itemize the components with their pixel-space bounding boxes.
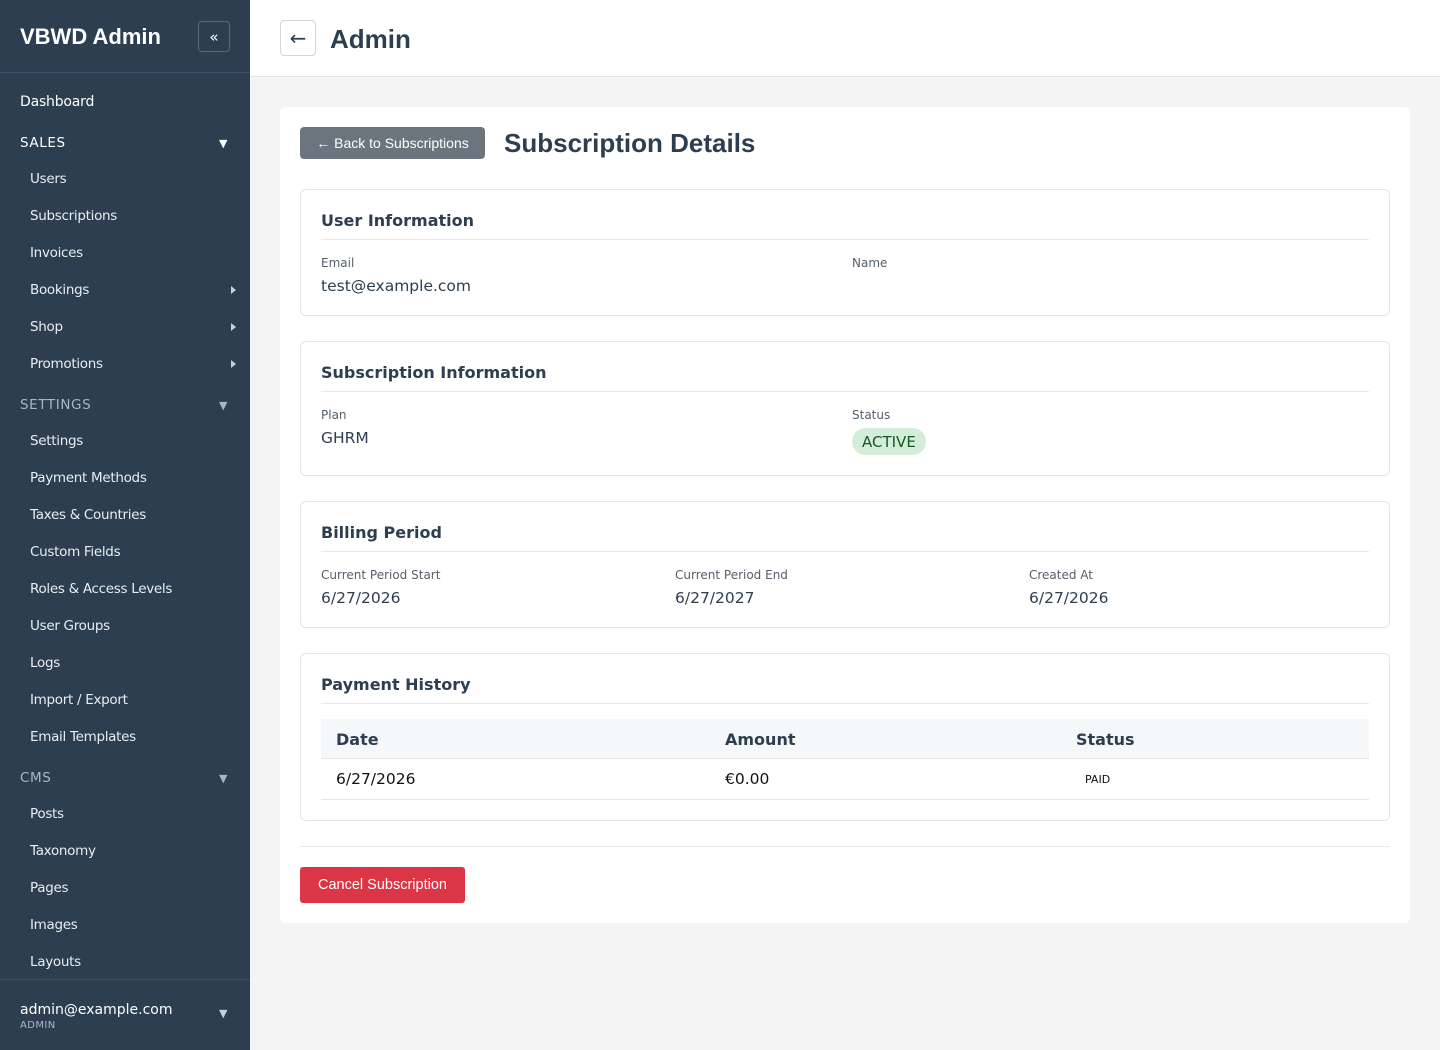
- status-badge: ACTIVE: [852, 428, 926, 455]
- column-header-amount: Amount: [725, 730, 796, 749]
- sidebar-item-subscriptions[interactable]: Subscriptions: [30, 208, 117, 224]
- sidebar-item-layouts[interactable]: Layouts: [30, 954, 81, 970]
- sidebar-section-sales[interactable]: SALES: [20, 135, 66, 151]
- sidebar-item-logs[interactable]: Logs: [30, 655, 60, 671]
- period-start-label: Current Period Start: [321, 568, 441, 582]
- payment-history-section: Payment History Date Amount Status 6/27/…: [300, 653, 1390, 821]
- email-label: Email: [321, 256, 355, 270]
- sidebar-item-taxonomy[interactable]: Taxonomy: [30, 843, 96, 859]
- section-heading: Billing Period: [321, 523, 442, 542]
- table-row: 6/27/2026 €0.00 PAID: [321, 759, 1369, 800]
- created-at-label: Created At: [1029, 568, 1094, 582]
- divider: [321, 239, 1369, 240]
- sidebar-section-settings[interactable]: SETTINGS: [20, 397, 91, 413]
- created-at-value: 6/27/2026: [1029, 589, 1109, 607]
- chevron-down-icon[interactable]: ▼: [219, 772, 227, 785]
- period-end-value: 6/27/2027: [675, 589, 755, 607]
- chevron-right-icon: [231, 323, 236, 331]
- arrow-left-icon: ←: [289, 26, 307, 50]
- sidebar-item-bookings[interactable]: Bookings: [30, 282, 89, 298]
- chevron-right-icon: [231, 360, 236, 368]
- actions-divider: [300, 846, 1390, 847]
- subscription-details-card: ← Back to Subscriptions Subscription Det…: [280, 107, 1410, 923]
- plan-label: Plan: [321, 408, 347, 422]
- sidebar-item-posts[interactable]: Posts: [30, 806, 64, 822]
- page-title: Subscription Details: [504, 128, 756, 158]
- sidebar-item-settings[interactable]: Settings: [30, 433, 83, 449]
- sidebar-item-invoices[interactable]: Invoices: [30, 245, 83, 261]
- cancel-subscription-button[interactable]: Cancel Subscription: [300, 867, 465, 903]
- sidebar-item-taxes-countries[interactable]: Taxes & Countries: [30, 507, 146, 523]
- sidebar-item-custom-fields[interactable]: Custom Fields: [30, 544, 121, 560]
- sidebar-item-images[interactable]: Images: [30, 917, 78, 933]
- section-heading: Payment History: [321, 675, 471, 694]
- section-heading: Subscription Information: [321, 363, 547, 382]
- topbar: ← Admin: [250, 0, 1440, 77]
- status-label: Status: [852, 408, 891, 422]
- divider: [321, 391, 1369, 392]
- name-label: Name: [852, 256, 888, 270]
- chevron-down-icon[interactable]: ▼: [219, 399, 227, 412]
- section-heading: User Information: [321, 211, 474, 230]
- sidebar-item-users[interactable]: Users: [30, 171, 67, 187]
- period-end-label: Current Period End: [675, 568, 788, 582]
- column-header-status: Status: [1076, 730, 1135, 749]
- payment-amount: €0.00: [725, 770, 770, 788]
- double-chevron-left-icon: «: [209, 27, 219, 46]
- email-value: test@example.com: [321, 277, 472, 295]
- sidebar-item-dashboard[interactable]: Dashboard: [20, 94, 94, 110]
- chevron-right-icon: [231, 286, 236, 294]
- collapse-sidebar-button[interactable]: «: [198, 21, 230, 52]
- payment-date: 6/27/2026: [336, 770, 416, 788]
- sidebar-item-shop[interactable]: Shop: [30, 319, 63, 335]
- current-user-role: ADMIN: [20, 1020, 56, 1031]
- sidebar-section-cms[interactable]: CMS: [20, 770, 51, 786]
- sidebar: VBWD Admin « Dashboard SALES ▼ Users Sub…: [0, 0, 250, 1050]
- sidebar-header: VBWD Admin «: [0, 0, 250, 73]
- billing-period-section: Billing Period Current Period Start 6/27…: [300, 501, 1390, 628]
- divider: [321, 703, 1369, 704]
- back-button[interactable]: ←: [280, 20, 316, 56]
- user-information-section: User Information Email test@example.com …: [300, 189, 1390, 316]
- sidebar-item-import-export[interactable]: Import / Export: [30, 692, 128, 708]
- chevron-down-icon[interactable]: ▼: [219, 137, 227, 150]
- sidebar-item-payment-methods[interactable]: Payment Methods: [30, 470, 147, 486]
- page-header-title: Admin: [330, 24, 411, 54]
- column-header-date: Date: [336, 730, 379, 749]
- sidebar-user-menu[interactable]: admin@example.com ADMIN ▼: [0, 979, 250, 1050]
- subscription-information-section: Subscription Information Plan GHRM Statu…: [300, 341, 1390, 476]
- sidebar-item-promotions[interactable]: Promotions: [30, 356, 103, 372]
- payment-status-badge: PAID: [1085, 773, 1111, 786]
- current-user-email: admin@example.com: [20, 1002, 173, 1018]
- table-header: Date Amount Status: [321, 719, 1369, 759]
- period-start-value: 6/27/2026: [321, 589, 401, 607]
- divider: [321, 551, 1369, 552]
- sidebar-item-roles-access-levels[interactable]: Roles & Access Levels: [30, 581, 172, 597]
- plan-value: GHRM: [321, 429, 369, 447]
- chevron-down-icon[interactable]: ▼: [219, 1007, 227, 1020]
- brand-title: VBWD Admin: [20, 24, 161, 49]
- sidebar-item-email-templates[interactable]: Email Templates: [30, 729, 136, 745]
- back-to-subscriptions-button[interactable]: ← Back to Subscriptions: [300, 127, 485, 159]
- sidebar-item-pages[interactable]: Pages: [30, 880, 69, 896]
- sidebar-item-user-groups[interactable]: User Groups: [30, 618, 110, 634]
